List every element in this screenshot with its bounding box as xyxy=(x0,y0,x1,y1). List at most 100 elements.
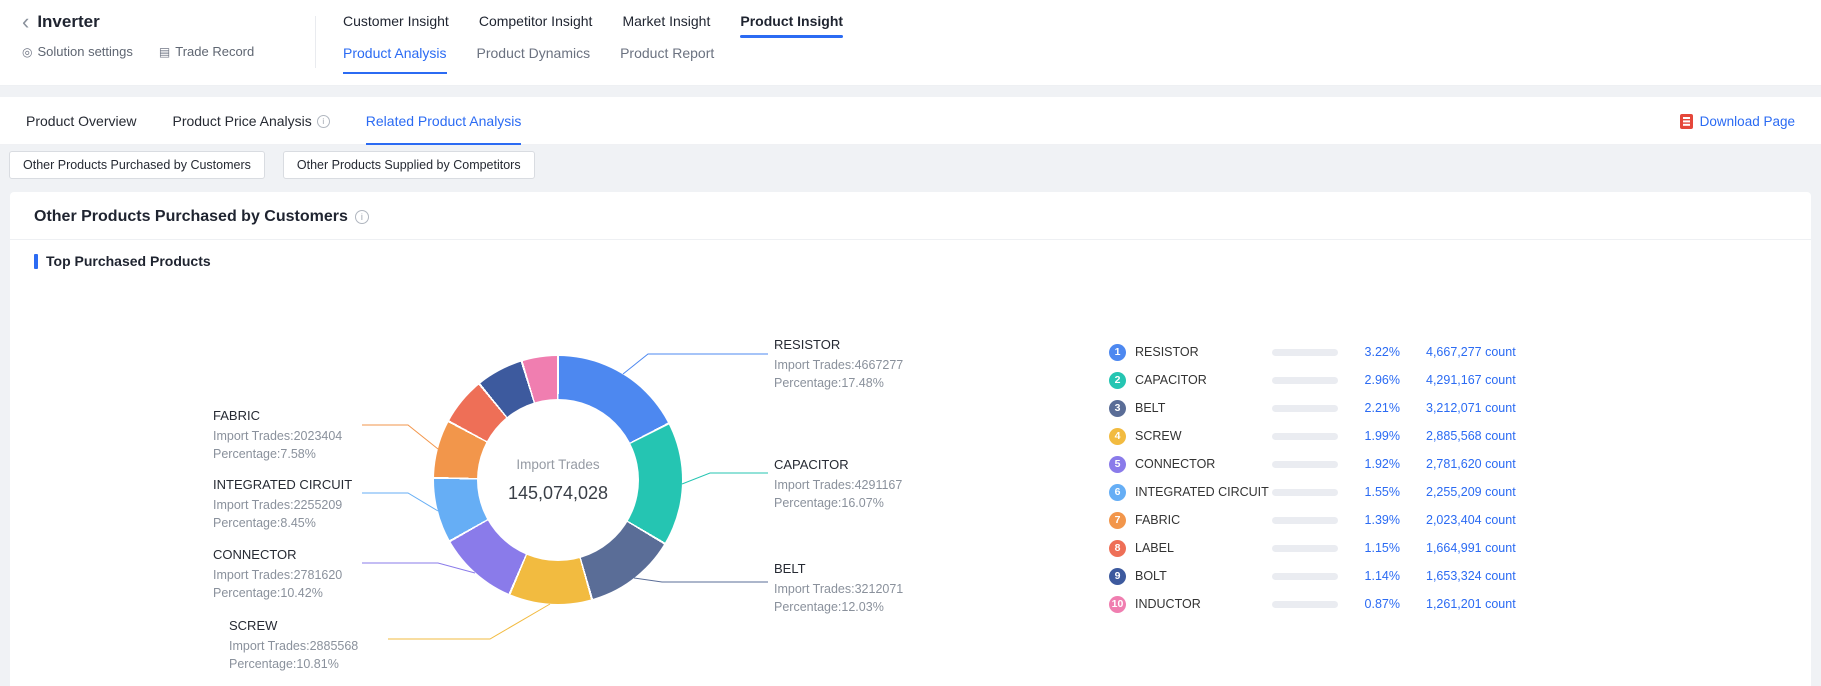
solution-settings-link[interactable]: ◎ Solution settings xyxy=(22,44,133,59)
page-title: Inverter xyxy=(37,12,99,32)
rank-percent: 1.39% xyxy=(1338,513,1400,527)
rank-bar xyxy=(1272,489,1338,496)
leader-line-capacitor xyxy=(682,473,768,484)
tab-product-price-analysis[interactable]: Product Price Analysisi xyxy=(172,97,329,145)
callout-name: RESISTOR xyxy=(774,337,944,352)
trade-record-link[interactable]: ▤ Trade Record xyxy=(159,44,254,59)
tab-customer-insight[interactable]: Customer Insight xyxy=(343,13,449,38)
chip-other-products-purchased-by-customers[interactable]: Other Products Purchased by Customers xyxy=(9,151,265,179)
section-marker xyxy=(34,254,38,269)
rank-badge: 5 xyxy=(1109,456,1126,473)
rank-percent: 1.14% xyxy=(1338,569,1400,583)
callout-resistor: RESISTORImport Trades:4667277Percentage:… xyxy=(774,337,944,392)
header-tabs: Customer Insight Competitor Insight Market… xyxy=(343,0,843,85)
rank-percent: 0.87% xyxy=(1338,597,1400,611)
rank-count: 4,291,167 count xyxy=(1426,373,1516,387)
ranking-list: 1RESISTOR3.22%4,667,277 count2CAPACITOR2… xyxy=(1109,338,1579,618)
rank-bar xyxy=(1272,433,1338,440)
rank-percent: 1.55% xyxy=(1338,485,1400,499)
rank-row-label[interactable]: 8LABEL1.15%1,664,991 count xyxy=(1109,534,1579,562)
download-page-label: Download Page xyxy=(1700,114,1795,129)
header-divider xyxy=(315,16,316,68)
rank-name: SCREW xyxy=(1135,429,1272,443)
rank-percent: 1.99% xyxy=(1338,429,1400,443)
rank-badge: 6 xyxy=(1109,484,1126,501)
settings-icon: ◎ xyxy=(22,45,32,59)
content-card: Other Products Purchased by Customers i … xyxy=(10,192,1811,686)
rank-row-belt[interactable]: 3BELT2.21%3,212,071 count xyxy=(1109,394,1579,422)
callout-name: SCREW xyxy=(229,618,399,633)
rank-row-bolt[interactable]: 9BOLT1.14%1,653,324 count xyxy=(1109,562,1579,590)
rank-bar xyxy=(1272,517,1338,524)
rank-name: FABRIC xyxy=(1135,513,1272,527)
rank-count: 1,664,991 count xyxy=(1426,541,1516,555)
callout-belt: BELT Import Trades:3212071Percentage:12.0… xyxy=(774,561,944,616)
rank-row-screw[interactable]: 4SCREW1.99%2,885,568 count xyxy=(1109,422,1579,450)
rank-name: BELT xyxy=(1135,401,1272,415)
insight-tabs: Customer Insight Competitor Insight Market… xyxy=(343,0,843,38)
rank-percent: 3.22% xyxy=(1338,345,1400,359)
rank-percent: 2.96% xyxy=(1338,373,1400,387)
callout-percentage: Percentage:8.45% xyxy=(213,514,383,532)
callout-percentage: Percentage:7.58% xyxy=(213,445,383,463)
callout-import-trades: Import Trades:3212071 xyxy=(774,580,944,598)
tab-product-overview[interactable]: Product Overview xyxy=(26,97,136,145)
rank-name: CAPACITOR xyxy=(1135,373,1272,387)
callout-import-trades: Import Trades:2885568 xyxy=(229,637,399,655)
rank-row-resistor[interactable]: 1RESISTOR3.22%4,667,277 count xyxy=(1109,338,1579,366)
tab-market-insight[interactable]: Market Insight xyxy=(622,13,710,38)
info-icon: i xyxy=(317,115,330,128)
callout-connector: CONNECTORImport Trades:2781620Percentage… xyxy=(213,547,383,602)
callout-integrated-circuit: INTEGRATED CIRCUITImport Trades:2255209P… xyxy=(213,477,383,532)
section-title: Top Purchased Products xyxy=(46,253,211,269)
rank-name: INDUCTOR xyxy=(1135,597,1272,611)
donut-center-value: 145,074,028 xyxy=(508,483,608,504)
callout-percentage: Percentage:10.81% xyxy=(229,655,399,673)
analysis-tabs: Product Analysis Product Dynamics Product … xyxy=(343,45,843,74)
callout-screw: SCREW Import Trades:2885568Percentage:10.… xyxy=(229,618,399,673)
chip-other-products-supplied-by-competitors[interactable]: Other Products Supplied by Competitors xyxy=(283,151,535,179)
rank-row-capacitor[interactable]: 2CAPACITOR2.96%4,291,167 count xyxy=(1109,366,1579,394)
card-divider xyxy=(10,239,1811,240)
rank-row-integrated-circuit[interactable]: 6INTEGRATED CIRCUIT1.55%2,255,209 count xyxy=(1109,478,1579,506)
tab-related-product-analysis[interactable]: Related Product Analysis xyxy=(366,97,522,145)
rank-badge: 10 xyxy=(1109,596,1126,613)
rank-row-inductor[interactable]: 10INDUCTOR0.87%1,261,201 count xyxy=(1109,590,1579,618)
callout-percentage: Percentage:12.03% xyxy=(774,598,944,616)
donut-chart[interactable]: Import Trades 145,074,028 xyxy=(434,356,682,604)
rank-row-fabric[interactable]: 7 FABRIC 1.39% 2,023,404 count xyxy=(1109,506,1579,534)
pdf-icon xyxy=(1680,114,1693,129)
callout-name: CONNECTOR xyxy=(213,547,383,562)
rank-percent: 2.21% xyxy=(1338,401,1400,415)
rank-badge: 7 xyxy=(1109,512,1126,529)
rank-count: 2,885,568 count xyxy=(1426,429,1516,443)
callout-fabric: FABRICImport Trades:2023404Percentage:7.… xyxy=(213,408,383,463)
rank-bar xyxy=(1272,405,1338,412)
callout-name: CAPACITOR xyxy=(774,457,944,472)
rank-percent: 1.92% xyxy=(1338,457,1400,471)
rank-badge: 8 xyxy=(1109,540,1126,557)
tab-product-report[interactable]: Product Report xyxy=(620,45,714,74)
solution-settings-label: Solution settings xyxy=(37,44,132,59)
trade-record-label: Trade Record xyxy=(175,44,254,59)
rank-name: RESISTOR xyxy=(1135,345,1272,359)
rank-count: 2,023,404 count xyxy=(1426,513,1516,527)
tab-competitor-insight[interactable]: Competitor Insight xyxy=(479,13,593,38)
rank-name: INTEGRATED CIRCUIT xyxy=(1135,485,1272,499)
tab-product-analysis[interactable]: Product Analysis xyxy=(343,45,447,74)
tab-product-dynamics[interactable]: Product Dynamics xyxy=(477,45,591,74)
leader-line-belt xyxy=(634,578,768,582)
rank-row-connector[interactable]: 5CONNECTOR1.92%2,781,620 count xyxy=(1109,450,1579,478)
callout-name: FABRIC xyxy=(213,408,383,423)
callout-name: BELT xyxy=(774,561,944,576)
tab-product-insight[interactable]: Product Insight xyxy=(740,13,843,38)
info-icon[interactable]: i xyxy=(355,210,369,224)
rank-bar xyxy=(1272,461,1338,468)
rank-bar xyxy=(1272,601,1338,608)
download-page-button[interactable]: Download Page xyxy=(1680,97,1795,145)
back-icon[interactable]: ‹ xyxy=(22,13,29,31)
callout-percentage: Percentage:17.48% xyxy=(774,374,944,392)
donut-center-label: Import Trades xyxy=(516,457,599,472)
rank-count: 3,212,071 count xyxy=(1426,401,1516,415)
document-icon: ▤ xyxy=(159,45,170,59)
